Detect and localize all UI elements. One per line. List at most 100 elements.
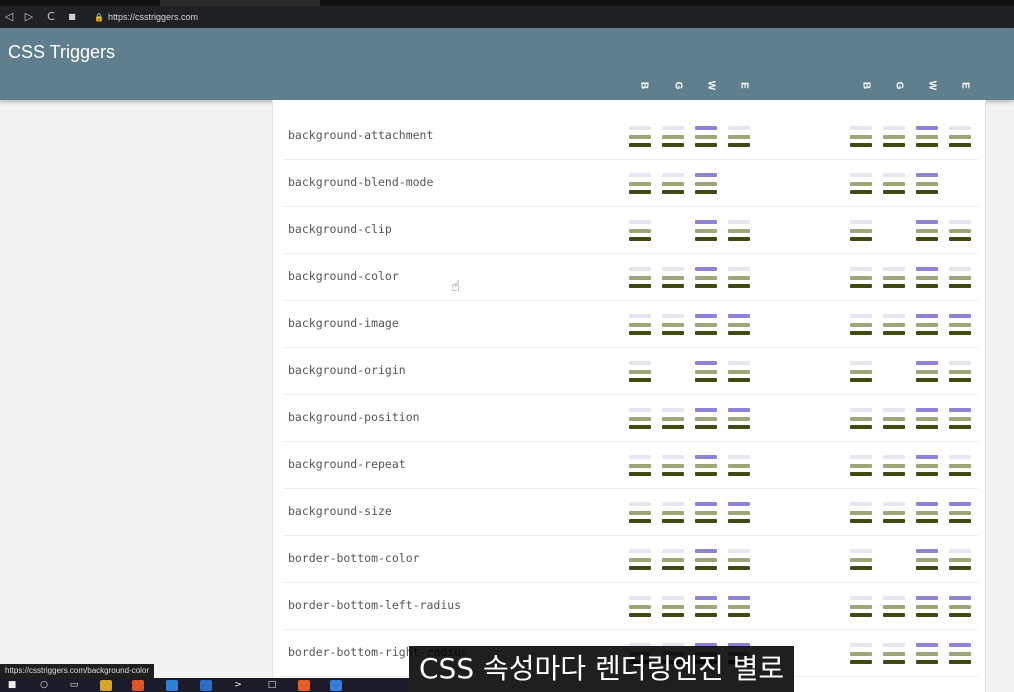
composite-bar xyxy=(949,613,971,617)
app-icon-2[interactable]: □ xyxy=(266,680,278,691)
trigger-indicator xyxy=(850,455,872,477)
code-editor-icon[interactable] xyxy=(166,680,178,691)
composite-bar xyxy=(629,237,651,241)
trigger-indicator xyxy=(916,267,938,289)
property-name[interactable]: border-bottom-color xyxy=(288,535,420,582)
layout-bar xyxy=(916,549,938,553)
trigger-indicator xyxy=(629,408,651,430)
property-name[interactable]: background-repeat xyxy=(288,441,406,488)
trigger-indicator xyxy=(850,314,872,336)
trigger-indicator xyxy=(916,173,938,195)
composite-bar xyxy=(916,472,938,476)
browser-icon[interactable] xyxy=(132,680,144,691)
task-view-icon[interactable]: ▭ xyxy=(68,680,80,691)
composite-bar xyxy=(695,613,717,617)
trigger-indicator xyxy=(728,455,750,477)
composite-bar xyxy=(916,613,938,617)
property-row[interactable]: background-blend-mode xyxy=(284,159,978,207)
layout-bar xyxy=(850,643,872,647)
app-icon[interactable] xyxy=(200,680,212,691)
forward-icon[interactable]: ▷ xyxy=(22,9,36,25)
trigger-indicator xyxy=(949,314,971,336)
address-bar[interactable]: 🔒 https://csstriggers.com xyxy=(94,9,198,25)
property-name[interactable]: border-bottom-left-radius xyxy=(288,582,461,629)
trigger-indicator xyxy=(695,173,717,195)
trigger-indicator xyxy=(695,220,717,242)
property-row[interactable]: background-image xyxy=(284,300,978,348)
composite-bar xyxy=(695,425,717,429)
property-row[interactable]: border-bottom-left-radius xyxy=(284,582,978,630)
paint-bar xyxy=(728,558,750,562)
composite-bar xyxy=(949,331,971,335)
trigger-indicator xyxy=(949,220,971,242)
property-row[interactable]: background-origin xyxy=(284,347,978,395)
app-icon-4[interactable] xyxy=(330,680,342,691)
paint-bar xyxy=(728,417,750,421)
property-name[interactable]: background-blend-mode xyxy=(288,159,433,206)
property-name[interactable]: background-color xyxy=(288,253,399,300)
layout-bar xyxy=(662,314,684,318)
search-icon[interactable]: ○ xyxy=(38,680,50,691)
composite-bar xyxy=(695,237,717,241)
layout-bar xyxy=(883,173,905,177)
property-name[interactable]: background-size xyxy=(288,488,392,535)
trigger-indicator xyxy=(695,596,717,618)
back-icon[interactable]: ◁ xyxy=(2,9,16,25)
composite-bar xyxy=(728,284,750,288)
paint-bar xyxy=(916,605,938,609)
property-row[interactable]: background-position xyxy=(284,394,978,442)
bookmark-icon[interactable]: ■ xyxy=(65,9,79,25)
property-row[interactable]: border-bottom-color xyxy=(284,535,978,583)
paint-bar xyxy=(850,370,872,374)
trigger-indicator xyxy=(850,220,872,242)
trigger-indicator xyxy=(629,361,651,383)
property-row[interactable]: background-clip xyxy=(284,206,978,254)
layout-bar xyxy=(949,314,971,318)
paint-bar xyxy=(949,370,971,374)
composite-bar xyxy=(850,331,872,335)
property-row[interactable]: background-repeat xyxy=(284,441,978,489)
property-name[interactable]: background-clip xyxy=(288,206,392,253)
property-name[interactable]: background-attachment xyxy=(288,112,433,159)
paint-bar xyxy=(949,417,971,421)
layout-bar xyxy=(695,596,717,600)
composite-bar xyxy=(850,660,872,664)
paint-bar xyxy=(695,323,717,327)
property-row[interactable]: background-size xyxy=(284,488,978,536)
property-name[interactable]: background-position xyxy=(288,394,420,441)
trigger-indicator xyxy=(728,220,750,242)
paint-bar xyxy=(916,276,938,280)
trigger-indicator xyxy=(850,408,872,430)
paint-bar xyxy=(883,652,905,656)
property-row[interactable]: background-attachment xyxy=(284,112,978,160)
trigger-indicator xyxy=(883,267,905,289)
trigger-indicator xyxy=(629,314,651,336)
paint-bar xyxy=(695,229,717,233)
composite-bar xyxy=(662,519,684,523)
composite-bar xyxy=(728,378,750,382)
property-row[interactable]: background-color xyxy=(284,253,978,301)
trigger-indicator xyxy=(662,408,684,430)
composite-bar xyxy=(629,143,651,147)
paint-bar xyxy=(883,182,905,186)
paint-bar xyxy=(662,558,684,562)
composite-bar xyxy=(916,378,938,382)
site-header: CSS Triggers B G W E B G W E xyxy=(0,28,1014,100)
paint-bar xyxy=(662,182,684,186)
paint-bar xyxy=(629,511,651,515)
reload-icon[interactable]: C xyxy=(44,9,58,25)
composite-bar xyxy=(850,425,872,429)
paint-bar xyxy=(629,417,651,421)
composite-bar xyxy=(850,190,872,194)
property-name[interactable]: background-origin xyxy=(288,347,406,394)
app-icon-3[interactable] xyxy=(298,680,310,691)
terminal-icon[interactable]: > xyxy=(232,680,244,691)
site-title[interactable]: CSS Triggers xyxy=(8,42,115,63)
trigger-indicator xyxy=(629,455,651,477)
property-name[interactable]: background-image xyxy=(288,300,399,347)
composite-bar xyxy=(916,143,938,147)
start-icon[interactable]: ■ xyxy=(6,680,18,691)
column-letter-blink: B xyxy=(638,81,650,90)
composite-bar xyxy=(949,660,971,664)
file-explorer-icon[interactable] xyxy=(100,680,112,691)
